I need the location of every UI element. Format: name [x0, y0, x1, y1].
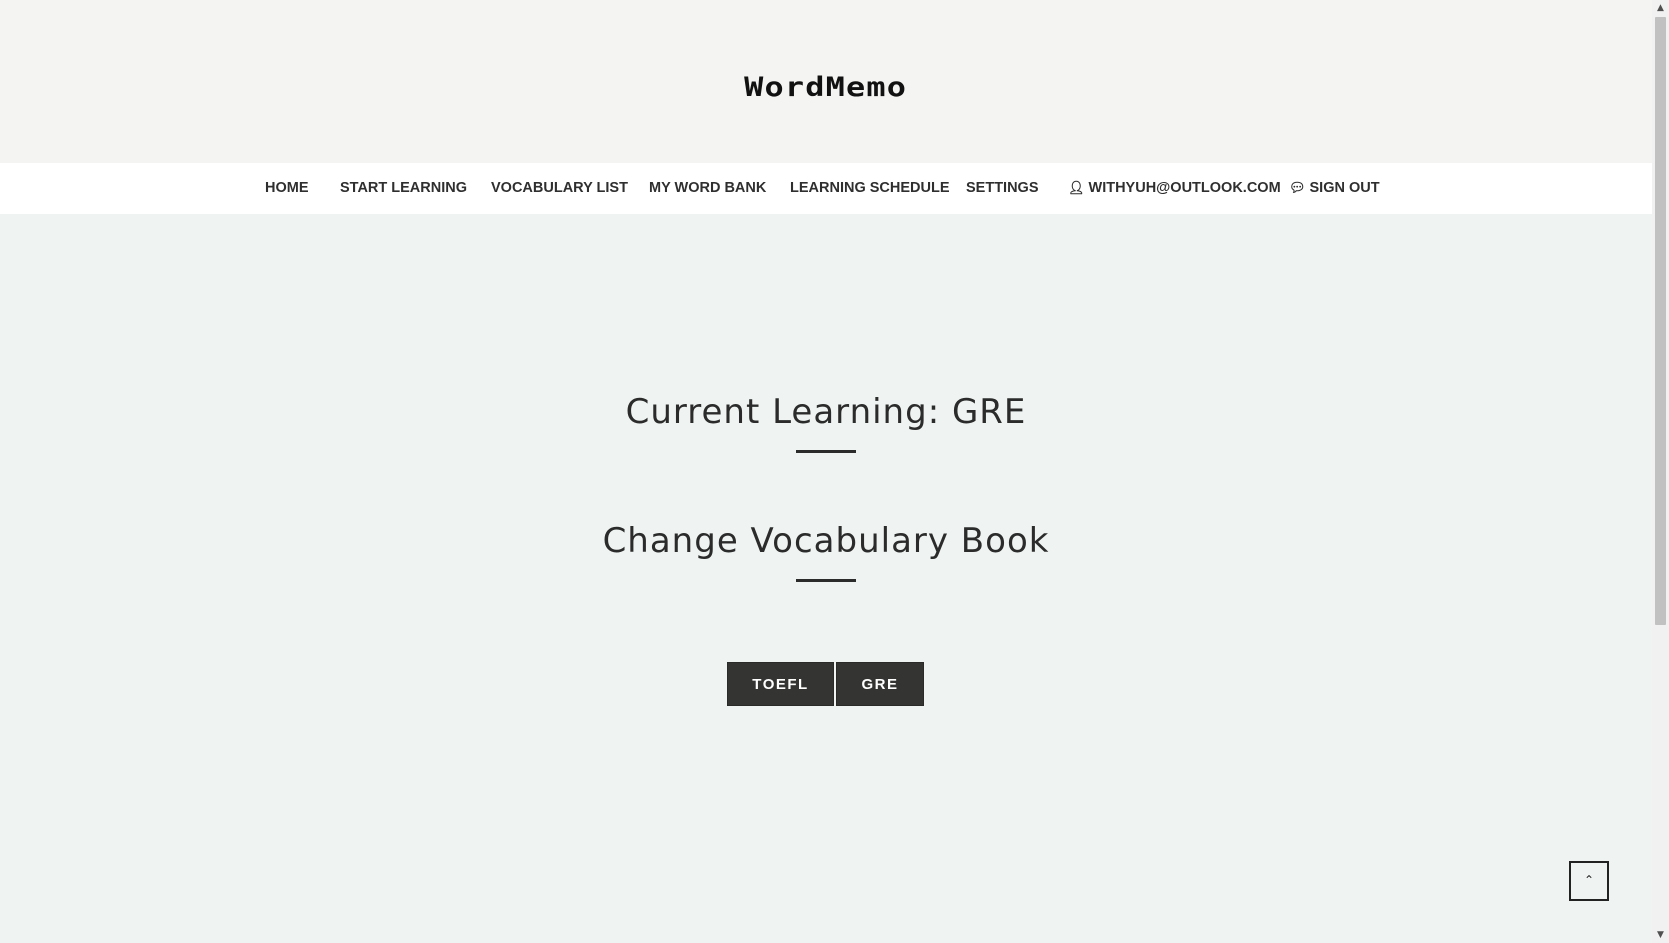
nav-item-settings[interactable]: SETTINGS [966, 177, 1039, 199]
vertical-scrollbar[interactable]: ▲ ▼ [1652, 0, 1669, 943]
heading-divider [796, 450, 856, 453]
back-to-top-button[interactable]: ⌃ [1569, 861, 1609, 901]
scrollbar-thumb[interactable] [1655, 17, 1666, 625]
nav-item-sign-out[interactable]: 💬︎ SIGN OUT [1289, 177, 1380, 199]
change-book-title: Change Vocabulary Book [602, 521, 1050, 561]
nav-item-sign-out-label: SIGN OUT [1309, 180, 1380, 196]
double-chevron-up-icon: ⌃ [1583, 873, 1595, 887]
comments-icon: 💬︎ [1289, 180, 1306, 195]
nav-item-vocabulary-list[interactable]: VOCABULARY LIST [491, 177, 628, 199]
nav-item-start-learning[interactable]: START LEARNING [340, 177, 467, 199]
main-nav: HOME START LEARNING VOCABULARY LIST MY W… [0, 163, 1652, 214]
gre-book-button[interactable]: GRE [836, 662, 924, 706]
nav-item-account-label: WITHYUH@OUTLOOK.COM [1088, 180, 1281, 196]
page: WordMemo HOME START LEARNING VOCABULARY … [0, 0, 1669, 943]
nav-item-account[interactable]: 👤︎ WITHYUH@OUTLOOK.COM [1068, 177, 1281, 199]
toefl-book-button[interactable]: TOEFL [727, 662, 834, 706]
scroll-up-arrow-icon[interactable]: ▲ [1652, 0, 1669, 16]
site-logo[interactable]: WordMemo [0, 72, 1669, 103]
nav-item-my-word-bank[interactable]: MY WORD BANK [649, 177, 766, 199]
site-header: WordMemo [0, 0, 1652, 163]
nav-item-home[interactable]: HOME [265, 177, 309, 199]
nav-item-learning-schedule[interactable]: LEARNING SCHEDULE [790, 177, 950, 199]
heading-divider [796, 579, 856, 582]
current-learning-title: Current Learning: GRE [625, 392, 1027, 432]
main-content: Current Learning: GRE Change Vocabulary … [0, 214, 1652, 943]
user-icon: 👤︎ [1068, 180, 1085, 195]
scroll-down-arrow-icon[interactable]: ▼ [1652, 927, 1669, 943]
